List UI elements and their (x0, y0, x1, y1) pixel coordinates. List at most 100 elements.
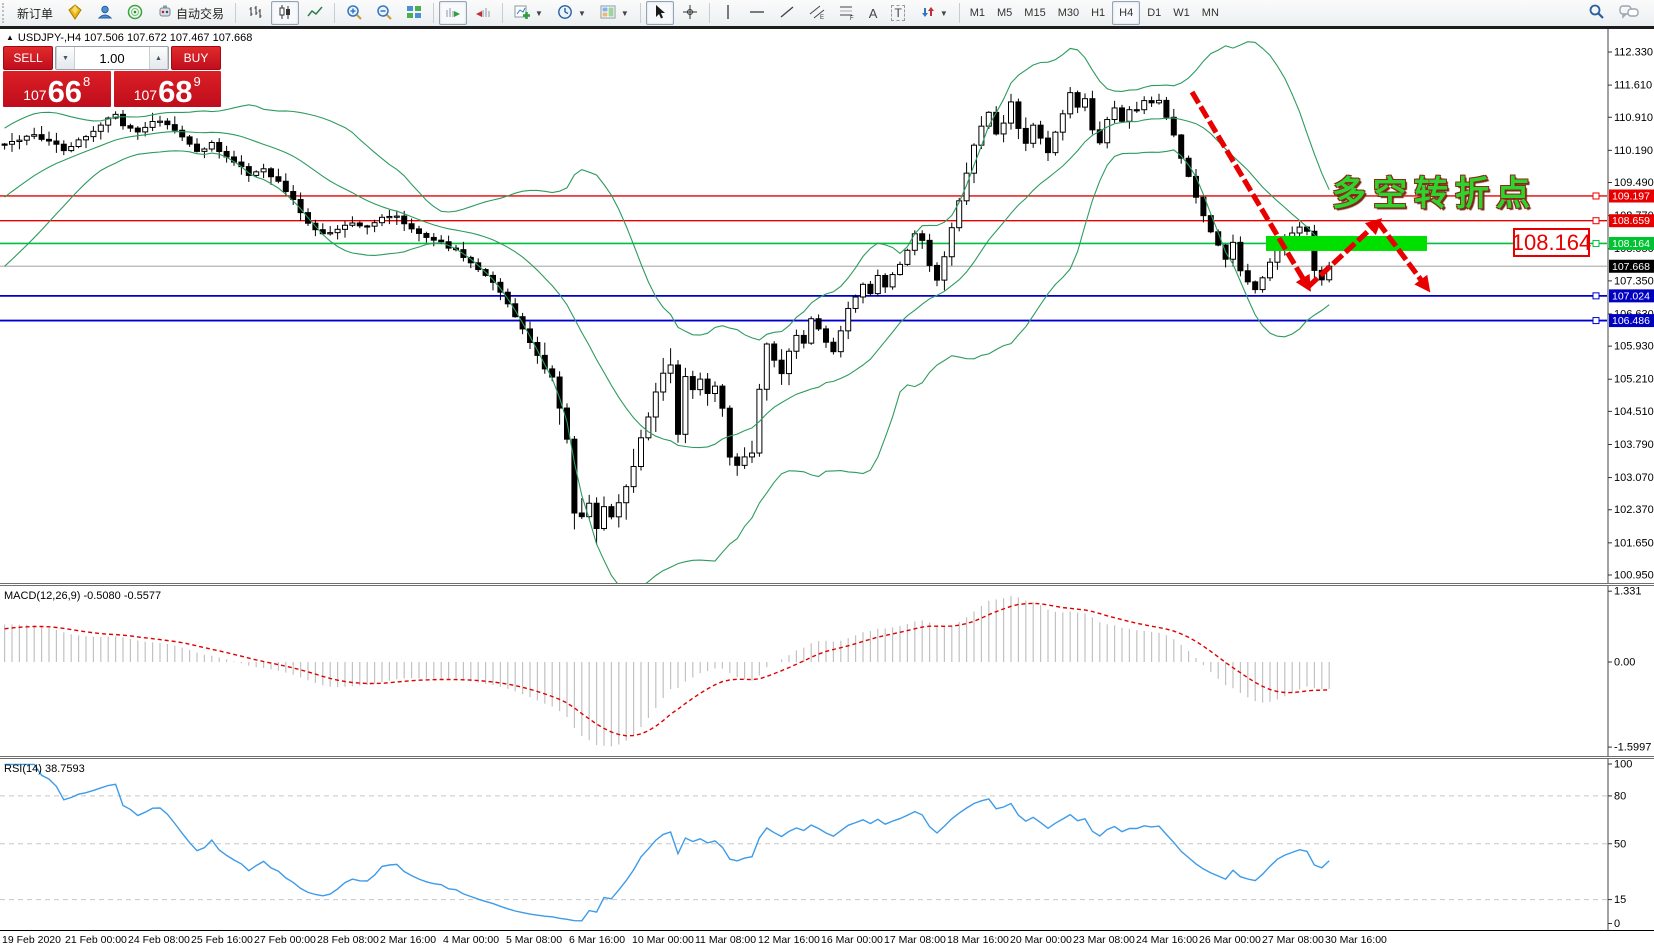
rsi-line (5, 764, 1330, 920)
bollinger-bands (5, 42, 1330, 583)
fibonacci-tool-button[interactable]: F (833, 1, 861, 25)
macd-axis-label: 1.331 (1614, 586, 1642, 598)
arrows-tool-button[interactable]: ▼ (913, 1, 954, 25)
time-axis-label: 26 Mar 00:00 (1199, 934, 1261, 946)
time-axis-label: 18 Mar 16:00 (947, 934, 1009, 946)
toolbar-separator (640, 3, 641, 23)
tab-timeframe-m15[interactable]: M15 (1018, 5, 1051, 21)
time-axis-label: 28 Feb 08:00 (317, 934, 379, 946)
time-axis-label: 30 Mar 16:00 (1325, 934, 1387, 946)
line-handle-marker[interactable] (1593, 293, 1599, 299)
toolbar-separator (959, 3, 960, 23)
chevron-up-icon: ▲ (155, 55, 162, 62)
zoom-in-button[interactable] (340, 1, 368, 25)
toolbar-separator (235, 3, 236, 23)
channel-icon: E (809, 4, 825, 23)
bar-chart-type-button[interactable] (241, 1, 269, 25)
templates-button[interactable]: ▼ (594, 1, 635, 25)
text-a-icon: A (869, 6, 878, 21)
text-tool-button[interactable]: A (863, 1, 884, 25)
add-indicator-icon (514, 4, 530, 23)
buy-button[interactable]: BUY (171, 46, 221, 70)
toolbar-separator (709, 3, 710, 23)
price-axis-tick-label: 105.210 (1614, 374, 1654, 386)
sell-price-button[interactable]: 107 66 8 (3, 71, 111, 107)
tab-timeframe-mn[interactable]: MN (1196, 5, 1225, 21)
time-axis-label: 24 Mar 16:00 (1136, 934, 1198, 946)
chat-button[interactable] (1613, 1, 1645, 25)
buy-price-big: 68 (158, 78, 192, 105)
line-handle-marker[interactable] (1593, 218, 1599, 224)
search-button[interactable] (1582, 1, 1611, 25)
cursor-tool-button[interactable] (646, 1, 674, 25)
periods-button[interactable]: ▼ (551, 1, 592, 25)
time-axis-label: 17 Mar 08:00 (884, 934, 946, 946)
main-chart-canvas[interactable]: 112.330111.610110.910110.190109.490108.7… (0, 29, 1654, 583)
rsi-level-lines (0, 796, 1607, 900)
auto-trading-button[interactable]: 自动交易 (151, 1, 230, 25)
tile-windows-button[interactable] (400, 1, 428, 25)
chevron-down-icon: ▼ (578, 9, 586, 18)
equidistant-channel-tool-button[interactable]: E (803, 1, 831, 25)
metaquotes-button[interactable] (61, 1, 89, 25)
price-axis-tick-label: 100.950 (1614, 570, 1654, 582)
macd-signal-line (5, 603, 1330, 735)
line-handle-marker[interactable] (1593, 318, 1599, 324)
buy-price-button[interactable]: 107 68 9 (114, 71, 222, 107)
price-axis[interactable]: 112.330111.610110.910110.190109.490108.7… (1608, 29, 1654, 583)
time-axis-label: 10 Mar 00:00 (632, 934, 694, 946)
price-level-chip-label: 107.668 (1612, 261, 1650, 273)
arrows-icon (919, 4, 935, 23)
line-handle-marker[interactable] (1593, 193, 1599, 199)
trendline-tool-button[interactable] (773, 1, 801, 25)
buy-price-pip: 9 (194, 74, 201, 89)
macd-histogram (5, 596, 1330, 746)
chat-icon (1619, 4, 1639, 23)
macd-panel-canvas[interactable]: 1.3310.00-1.5997 (0, 586, 1654, 756)
time-axis-label: 23 Mar 08:00 (1073, 934, 1135, 946)
tab-timeframe-m5[interactable]: M5 (991, 5, 1018, 21)
radar-button[interactable] (121, 1, 149, 25)
vertical-line-tool-button[interactable] (715, 1, 741, 25)
svg-text:F: F (850, 16, 854, 20)
crosshair-tool-button[interactable] (676, 1, 704, 25)
line-handle-marker[interactable] (1593, 240, 1599, 246)
price-callout-label: 108.164 (1513, 228, 1590, 257)
volume-input[interactable]: 1.00 (75, 47, 149, 69)
tab-timeframe-d1[interactable]: D1 (1141, 5, 1167, 21)
zoom-out-button[interactable] (370, 1, 398, 25)
candlestick-chart-type-button[interactable] (271, 1, 299, 25)
zoom-in-icon (346, 4, 362, 23)
horizontal-line-icon (749, 4, 765, 23)
chart-shift-icon (475, 4, 491, 23)
price-level-chip-label: 109.197 (1612, 190, 1650, 202)
tab-timeframe-m1[interactable]: M1 (964, 5, 991, 21)
line-chart-type-button[interactable] (301, 1, 329, 25)
community-button[interactable] (91, 1, 119, 25)
chevron-down-icon: ▼ (62, 55, 69, 62)
volume-increase-button[interactable]: ▲ (149, 47, 168, 69)
tab-timeframe-m30[interactable]: M30 (1052, 5, 1085, 21)
time-axis-label: 6 Mar 16:00 (569, 934, 625, 946)
tab-timeframe-w1[interactable]: W1 (1167, 5, 1196, 21)
search-icon (1588, 3, 1605, 23)
chart-shift-button[interactable] (469, 1, 497, 25)
sell-price-pip: 8 (83, 74, 90, 89)
sell-button[interactable]: SELL (3, 46, 53, 70)
rsi-axis-label: 0 (1614, 918, 1620, 930)
rsi-panel-canvas[interactable]: 1008050150 (0, 759, 1654, 930)
auto-scroll-button[interactable] (439, 1, 467, 25)
add-indicator-button[interactable]: ▼ (508, 1, 549, 25)
candles (2, 87, 1332, 544)
rsi-axis-label: 15 (1614, 894, 1626, 906)
new-order-button[interactable]: 新订单 (11, 1, 59, 25)
time-axis-label: 27 Mar 08:00 (1262, 934, 1324, 946)
clock-icon (557, 4, 573, 23)
text-label-tool-button[interactable]: T (885, 1, 910, 25)
horizontal-line-tool-button[interactable] (743, 1, 771, 25)
volume-decrease-button[interactable]: ▼ (56, 47, 75, 69)
tab-timeframe-h4[interactable]: H4 (1112, 1, 1140, 25)
tab-timeframe-h1[interactable]: H1 (1085, 5, 1111, 21)
price-axis-tick-label: 104.510 (1614, 406, 1654, 418)
time-axis[interactable]: 19 Feb 202021 Feb 00:0024 Feb 08:0025 Fe… (0, 930, 1654, 949)
